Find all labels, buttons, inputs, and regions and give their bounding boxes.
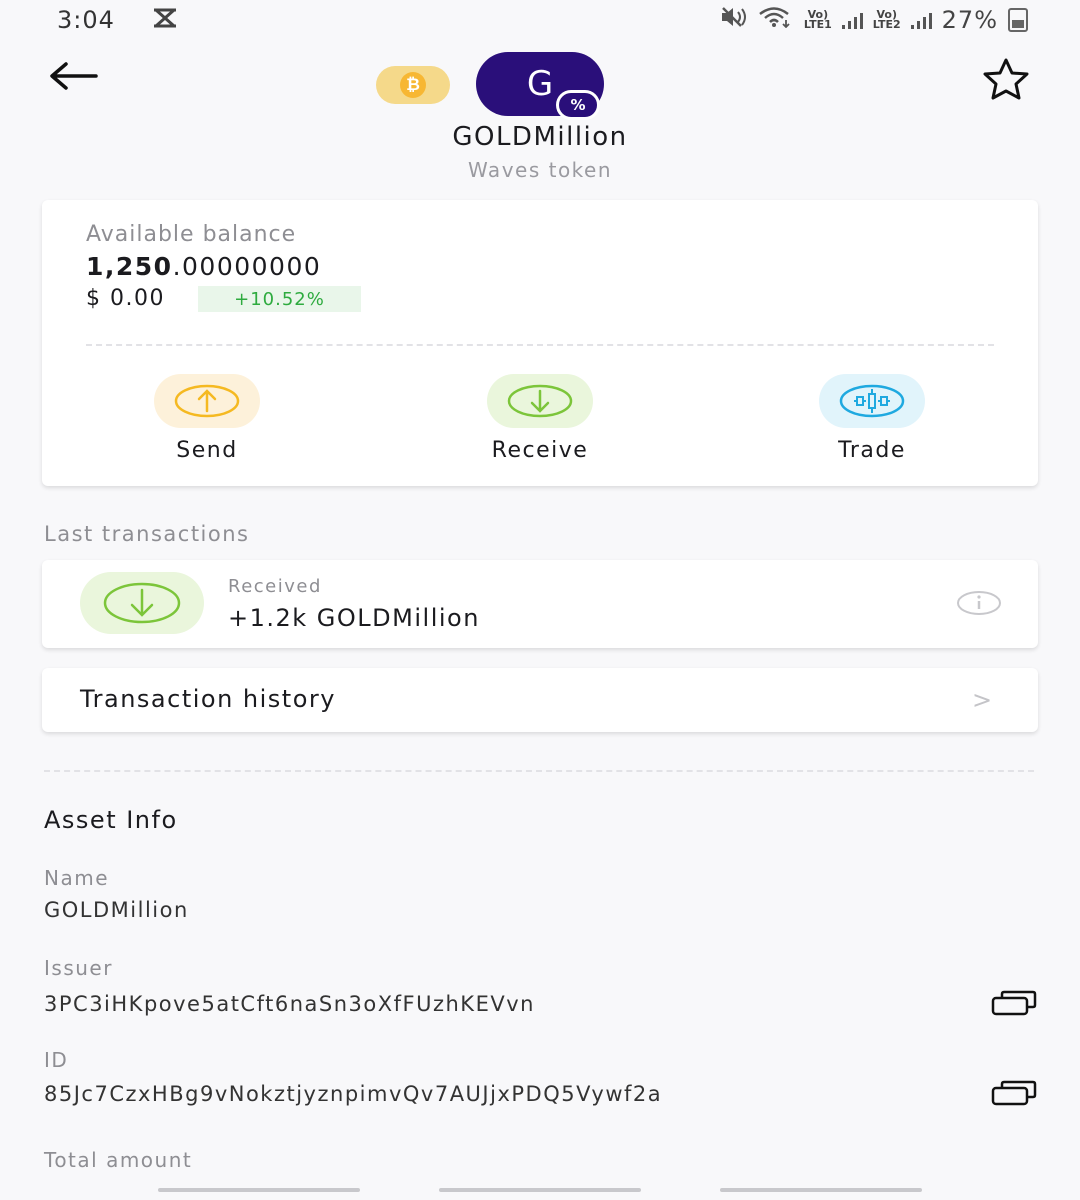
battery-percent: 27% [941, 6, 998, 34]
nav-gesture-bar-left[interactable] [158, 1188, 360, 1192]
balance-usd: $ 0.00 [86, 286, 165, 311]
send-label: Send [176, 438, 238, 463]
signal-2-icon [910, 11, 932, 29]
transaction-item[interactable]: Received +1.2k GOLDMillion [42, 560, 1038, 648]
trade-label: Trade [838, 438, 906, 463]
transaction-history-label: Transaction history [80, 685, 336, 713]
favorite-button[interactable] [974, 54, 1038, 102]
issuer-value: 3PC3iHKpove5atCft6naSn3oXfFUzhKEVvn [44, 992, 535, 1016]
sim2-label: Vo) LTE2 [872, 8, 901, 31]
bitcoin-icon: ₿ [400, 72, 426, 98]
notification-icon [152, 8, 178, 34]
balance-card: Available balance 1,250.00000000 $ 0.00 … [42, 200, 1038, 486]
arrow-down-circle-icon [80, 572, 204, 634]
status-bar: 3:04 Vo) LTE1 Vo) LTE2 27% [0, 0, 1080, 44]
arrow-up-circle-icon [154, 374, 260, 428]
status-icons: Vo) LTE1 Vo) LTE2 27% [720, 6, 1028, 34]
divider [44, 770, 1034, 772]
balance-label: Available balance [86, 222, 297, 247]
wifi-icon [758, 6, 794, 34]
token-initial: G [526, 64, 554, 104]
token-type: Waves token [467, 158, 613, 182]
receive-label: Receive [491, 438, 589, 463]
issuer-label: Issuer [44, 956, 113, 980]
divider [86, 344, 994, 346]
name-label: Name [44, 866, 110, 890]
nav-gesture-bar-center[interactable] [439, 1188, 641, 1192]
arrow-down-circle-icon [487, 374, 593, 428]
transaction-status: Received [228, 576, 322, 597]
battery-icon [1008, 8, 1028, 32]
id-value: 85Jc7CzxHBg9vNokztjyznpimvQv7AUJjxPDQ5Vy… [44, 1082, 663, 1106]
status-time: 3:04 [57, 6, 115, 34]
signal-1-icon [841, 11, 863, 29]
copy-issuer-icon[interactable] [990, 990, 1038, 1016]
back-button[interactable] [46, 56, 102, 96]
copy-id-icon[interactable] [990, 1080, 1038, 1106]
balance-change-badge: +10.52% [198, 286, 361, 312]
star-icon [983, 58, 1029, 100]
transaction-history-button[interactable]: Transaction history > [42, 668, 1038, 732]
arrow-left-icon [50, 62, 98, 90]
id-label: ID [44, 1048, 69, 1072]
send-button[interactable]: Send [97, 374, 317, 463]
nav-gesture-bar-right[interactable] [720, 1188, 922, 1192]
mute-icon [720, 6, 748, 34]
sim1-label: Vo) LTE1 [803, 8, 832, 31]
balance-amount: 1,250.00000000 [86, 252, 322, 281]
name-value: GOLDMillion [44, 898, 189, 922]
info-icon[interactable] [956, 590, 1002, 616]
btc-badge: ₿ [376, 66, 450, 104]
total-amount-label: Total amount [44, 1148, 193, 1172]
trade-button[interactable]: Trade [762, 374, 982, 463]
receive-button[interactable]: Receive [430, 374, 650, 463]
last-transactions-title: Last transactions [44, 522, 250, 546]
transaction-amount: +1.2k GOLDMillion [228, 604, 480, 632]
asset-info-title: Asset Info [44, 806, 178, 834]
chevron-right-icon: > [972, 686, 993, 714]
candlestick-icon [819, 374, 925, 428]
token-name: GOLDMillion [452, 122, 628, 152]
percent-badge-icon: % [556, 90, 600, 120]
